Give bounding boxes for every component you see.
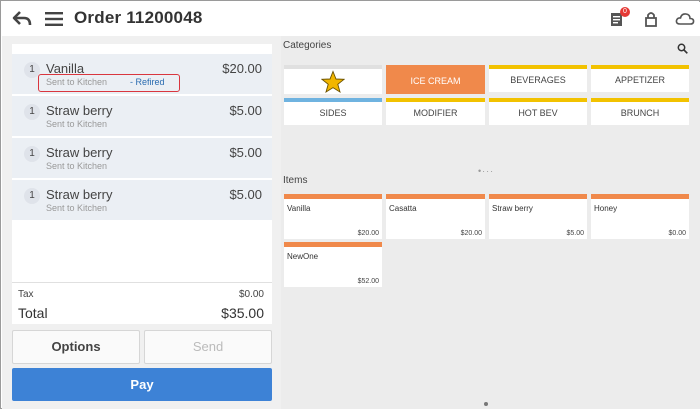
- notification-badge: 0: [620, 7, 630, 17]
- send-button[interactable]: Send: [144, 330, 272, 364]
- item-tile-price: $20.00: [460, 230, 482, 237]
- options-button[interactable]: Options: [12, 330, 140, 364]
- item-price: $5.00: [229, 145, 262, 160]
- item-tile-straw-berry[interactable]: Straw berry $5.00: [489, 194, 587, 239]
- category-brunch[interactable]: BRUNCH: [591, 98, 689, 125]
- item-tile-name: NewOne: [287, 252, 319, 261]
- item-price: $20.00: [222, 61, 262, 76]
- item-tile-honey[interactable]: Honey $0.00: [591, 194, 689, 239]
- item-tile-name: Honey: [594, 204, 618, 213]
- tax-label: Tax: [18, 289, 34, 300]
- quantity-badge: 1: [24, 188, 40, 204]
- page-title: Order 11200048: [74, 8, 203, 27]
- lock-icon[interactable]: [642, 10, 660, 28]
- page-indicator-dots: •···: [478, 166, 495, 176]
- item-name: Straw berry: [46, 145, 113, 160]
- search-icon[interactable]: [677, 43, 688, 54]
- item-tile-vanilla[interactable]: Vanilla $20.00: [284, 194, 382, 239]
- back-arrow-icon[interactable]: [12, 10, 32, 28]
- item-name: Straw berry: [46, 187, 113, 202]
- cloud-icon[interactable]: [675, 10, 695, 28]
- category-beverages[interactable]: BEVERAGES: [489, 65, 587, 92]
- item-tile-newone[interactable]: NewOne $52.00: [284, 242, 382, 287]
- star-icon: [320, 70, 346, 94]
- item-name: Straw berry: [46, 103, 113, 118]
- item-status: Sent to Kitchen: [46, 119, 108, 129]
- order-item[interactable]: 1 Straw berry $5.00 Sent to Kitchen: [12, 138, 272, 178]
- item-tile-price: $5.00: [566, 230, 584, 237]
- pay-button[interactable]: Pay: [12, 368, 272, 401]
- app-window: Order 11200048 0 1 Vanilla $20.00 Sent t…: [0, 0, 700, 409]
- categories-label: Categories: [283, 40, 332, 51]
- items-label: Items: [283, 175, 308, 186]
- tax-value: $0.00: [238, 289, 264, 300]
- order-totals: Tax $0.00 Total $35.00: [12, 282, 272, 324]
- top-bar: Order 11200048 0: [2, 2, 700, 36]
- menu-icon[interactable]: [44, 11, 64, 27]
- item-tile-price: $20.00: [357, 230, 379, 237]
- item-status: Sent to Kitchen: [46, 203, 108, 213]
- item-tile-name: Straw berry: [492, 204, 533, 213]
- item-tile-casatta[interactable]: Casatta $20.00: [386, 194, 485, 239]
- item-price: $5.00: [229, 103, 262, 118]
- category-sides[interactable]: SIDES: [284, 98, 382, 125]
- category-favorites[interactable]: [284, 65, 382, 94]
- order-item[interactable]: 1 Straw berry $5.00 Sent to Kitchen: [12, 180, 272, 220]
- item-status: Sent to Kitchen: [46, 161, 108, 171]
- item-tile-name: Vanilla: [287, 204, 311, 213]
- category-ice-cream[interactable]: ICE CREAM: [386, 65, 485, 94]
- item-tile-name: Casatta: [389, 204, 417, 213]
- item-tile-price: $0.00: [668, 230, 686, 237]
- category-modifier[interactable]: MODIFIER: [386, 98, 485, 125]
- quantity-badge: 1: [24, 146, 40, 162]
- page-dot: [484, 402, 488, 406]
- category-hot-bev[interactable]: HOT BEV: [489, 98, 587, 125]
- total-value: $35.00: [221, 305, 264, 321]
- total-label: Total: [18, 305, 48, 321]
- item-tile-price: $52.00: [357, 278, 379, 285]
- category-appetizer[interactable]: APPETIZER: [591, 65, 689, 92]
- annotation-highlight: [38, 74, 180, 92]
- order-item[interactable]: 1 Straw berry $5.00 Sent to Kitchen: [12, 96, 272, 136]
- quantity-badge: 1: [24, 104, 40, 120]
- item-price: $5.00: [229, 187, 262, 202]
